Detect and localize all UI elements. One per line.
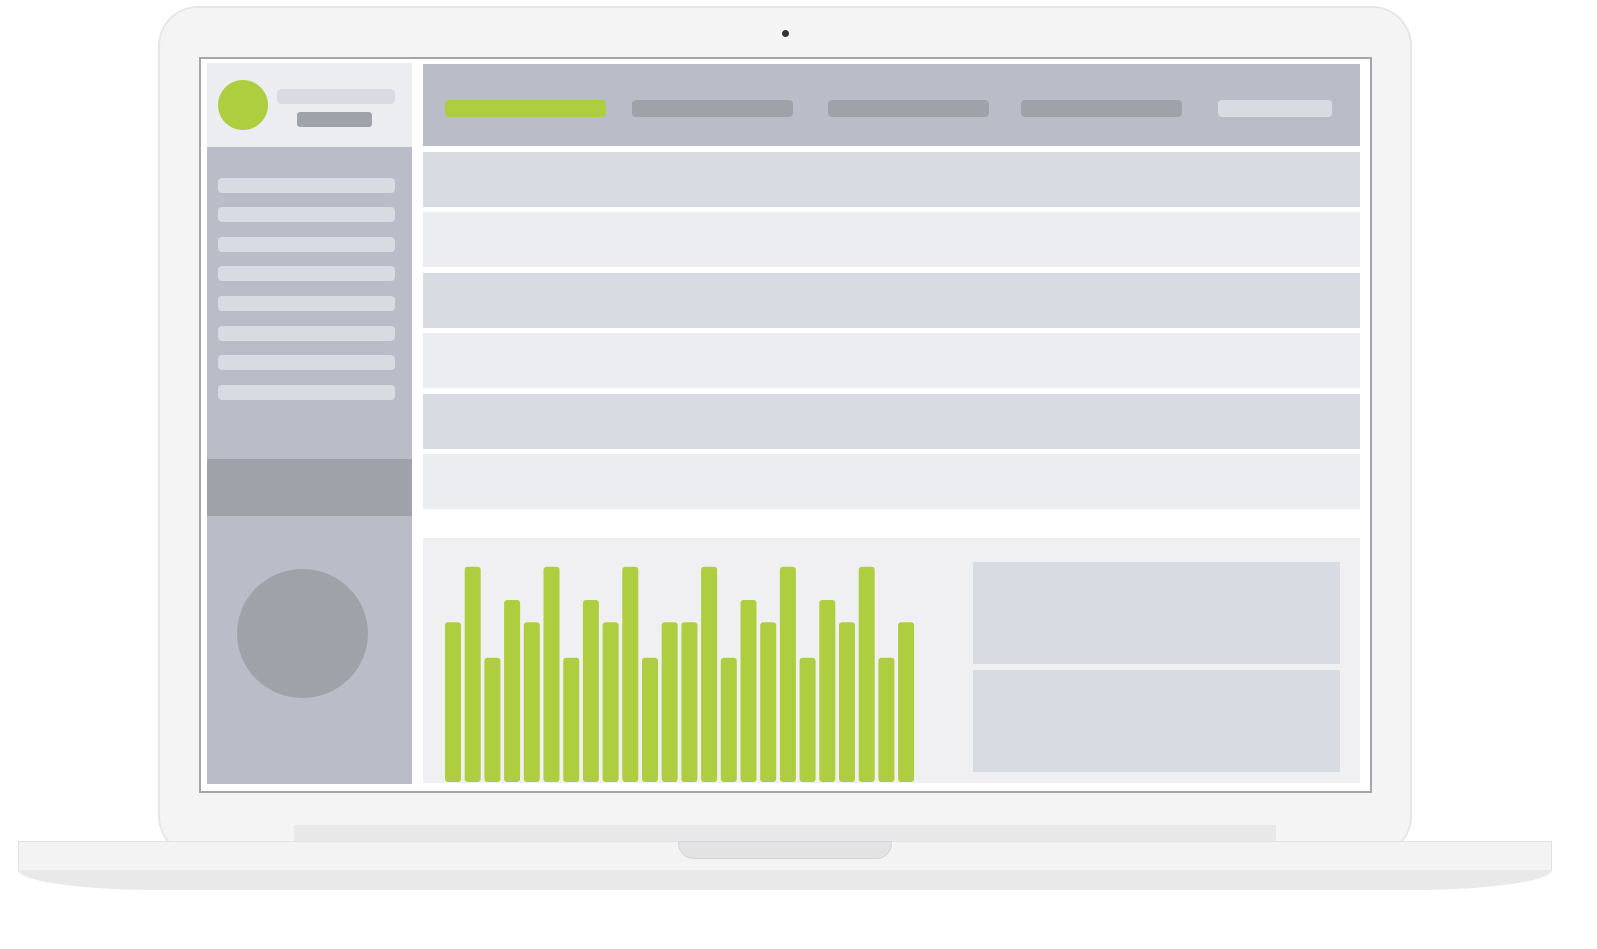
list-item[interactable] — [423, 273, 1360, 328]
chart-bar — [720, 657, 737, 782]
chart-bar — [779, 566, 796, 782]
summary-card — [973, 670, 1340, 772]
chart-bar — [681, 622, 698, 782]
chart-bar — [642, 657, 658, 782]
sidebar-item[interactable] — [218, 178, 395, 193]
chart-bar — [445, 622, 461, 782]
tab[interactable] — [1021, 100, 1182, 117]
chart-bar — [543, 566, 560, 782]
sidebar-item[interactable] — [218, 266, 395, 281]
chart-bar — [661, 622, 678, 782]
sidebar-section-band — [207, 459, 412, 516]
chart-bar — [464, 566, 481, 782]
profile-role-placeholder — [297, 112, 372, 127]
list-item[interactable] — [423, 212, 1360, 267]
chart-bar — [819, 600, 836, 782]
tab-active[interactable] — [445, 100, 606, 117]
chart-bar — [799, 657, 816, 782]
chart-bar — [622, 566, 639, 782]
chart-bar — [898, 622, 915, 782]
list-item[interactable] — [423, 152, 1360, 207]
sidebar-item[interactable] — [218, 237, 395, 252]
laptop-notch — [678, 841, 892, 859]
chart-bar — [760, 622, 777, 782]
sidebar-item[interactable] — [218, 385, 395, 400]
chart-bar — [602, 622, 619, 782]
sidebar-item[interactable] — [218, 296, 395, 311]
chart-bar — [858, 566, 875, 782]
chart-bar — [878, 657, 895, 782]
chart-bar — [701, 566, 718, 782]
list-item[interactable] — [423, 454, 1360, 509]
list-item[interactable] — [423, 333, 1360, 388]
tab[interactable] — [632, 100, 793, 117]
chart-bar — [740, 600, 757, 782]
tab-search[interactable] — [1218, 100, 1332, 117]
laptop-base-bottom — [18, 870, 1552, 890]
avatar[interactable] — [218, 80, 268, 130]
sidebar-item[interactable] — [218, 207, 395, 222]
camera-icon — [782, 30, 789, 37]
chart-bar — [563, 657, 580, 782]
chart-bar — [484, 657, 501, 782]
laptop-hinge — [294, 825, 1276, 842]
tab[interactable] — [828, 100, 989, 117]
summary-card — [973, 562, 1340, 664]
sidebar-item[interactable] — [218, 326, 395, 341]
sidebar-circle-widget — [237, 569, 368, 698]
chart-bar — [582, 600, 599, 782]
sidebar-item[interactable] — [218, 355, 395, 370]
chart-bar — [839, 622, 855, 782]
profile-name-placeholder — [277, 89, 395, 104]
list-item[interactable] — [423, 394, 1360, 449]
chart-bar — [523, 622, 540, 782]
chart-bar — [504, 600, 521, 782]
bar-chart — [445, 566, 915, 782]
